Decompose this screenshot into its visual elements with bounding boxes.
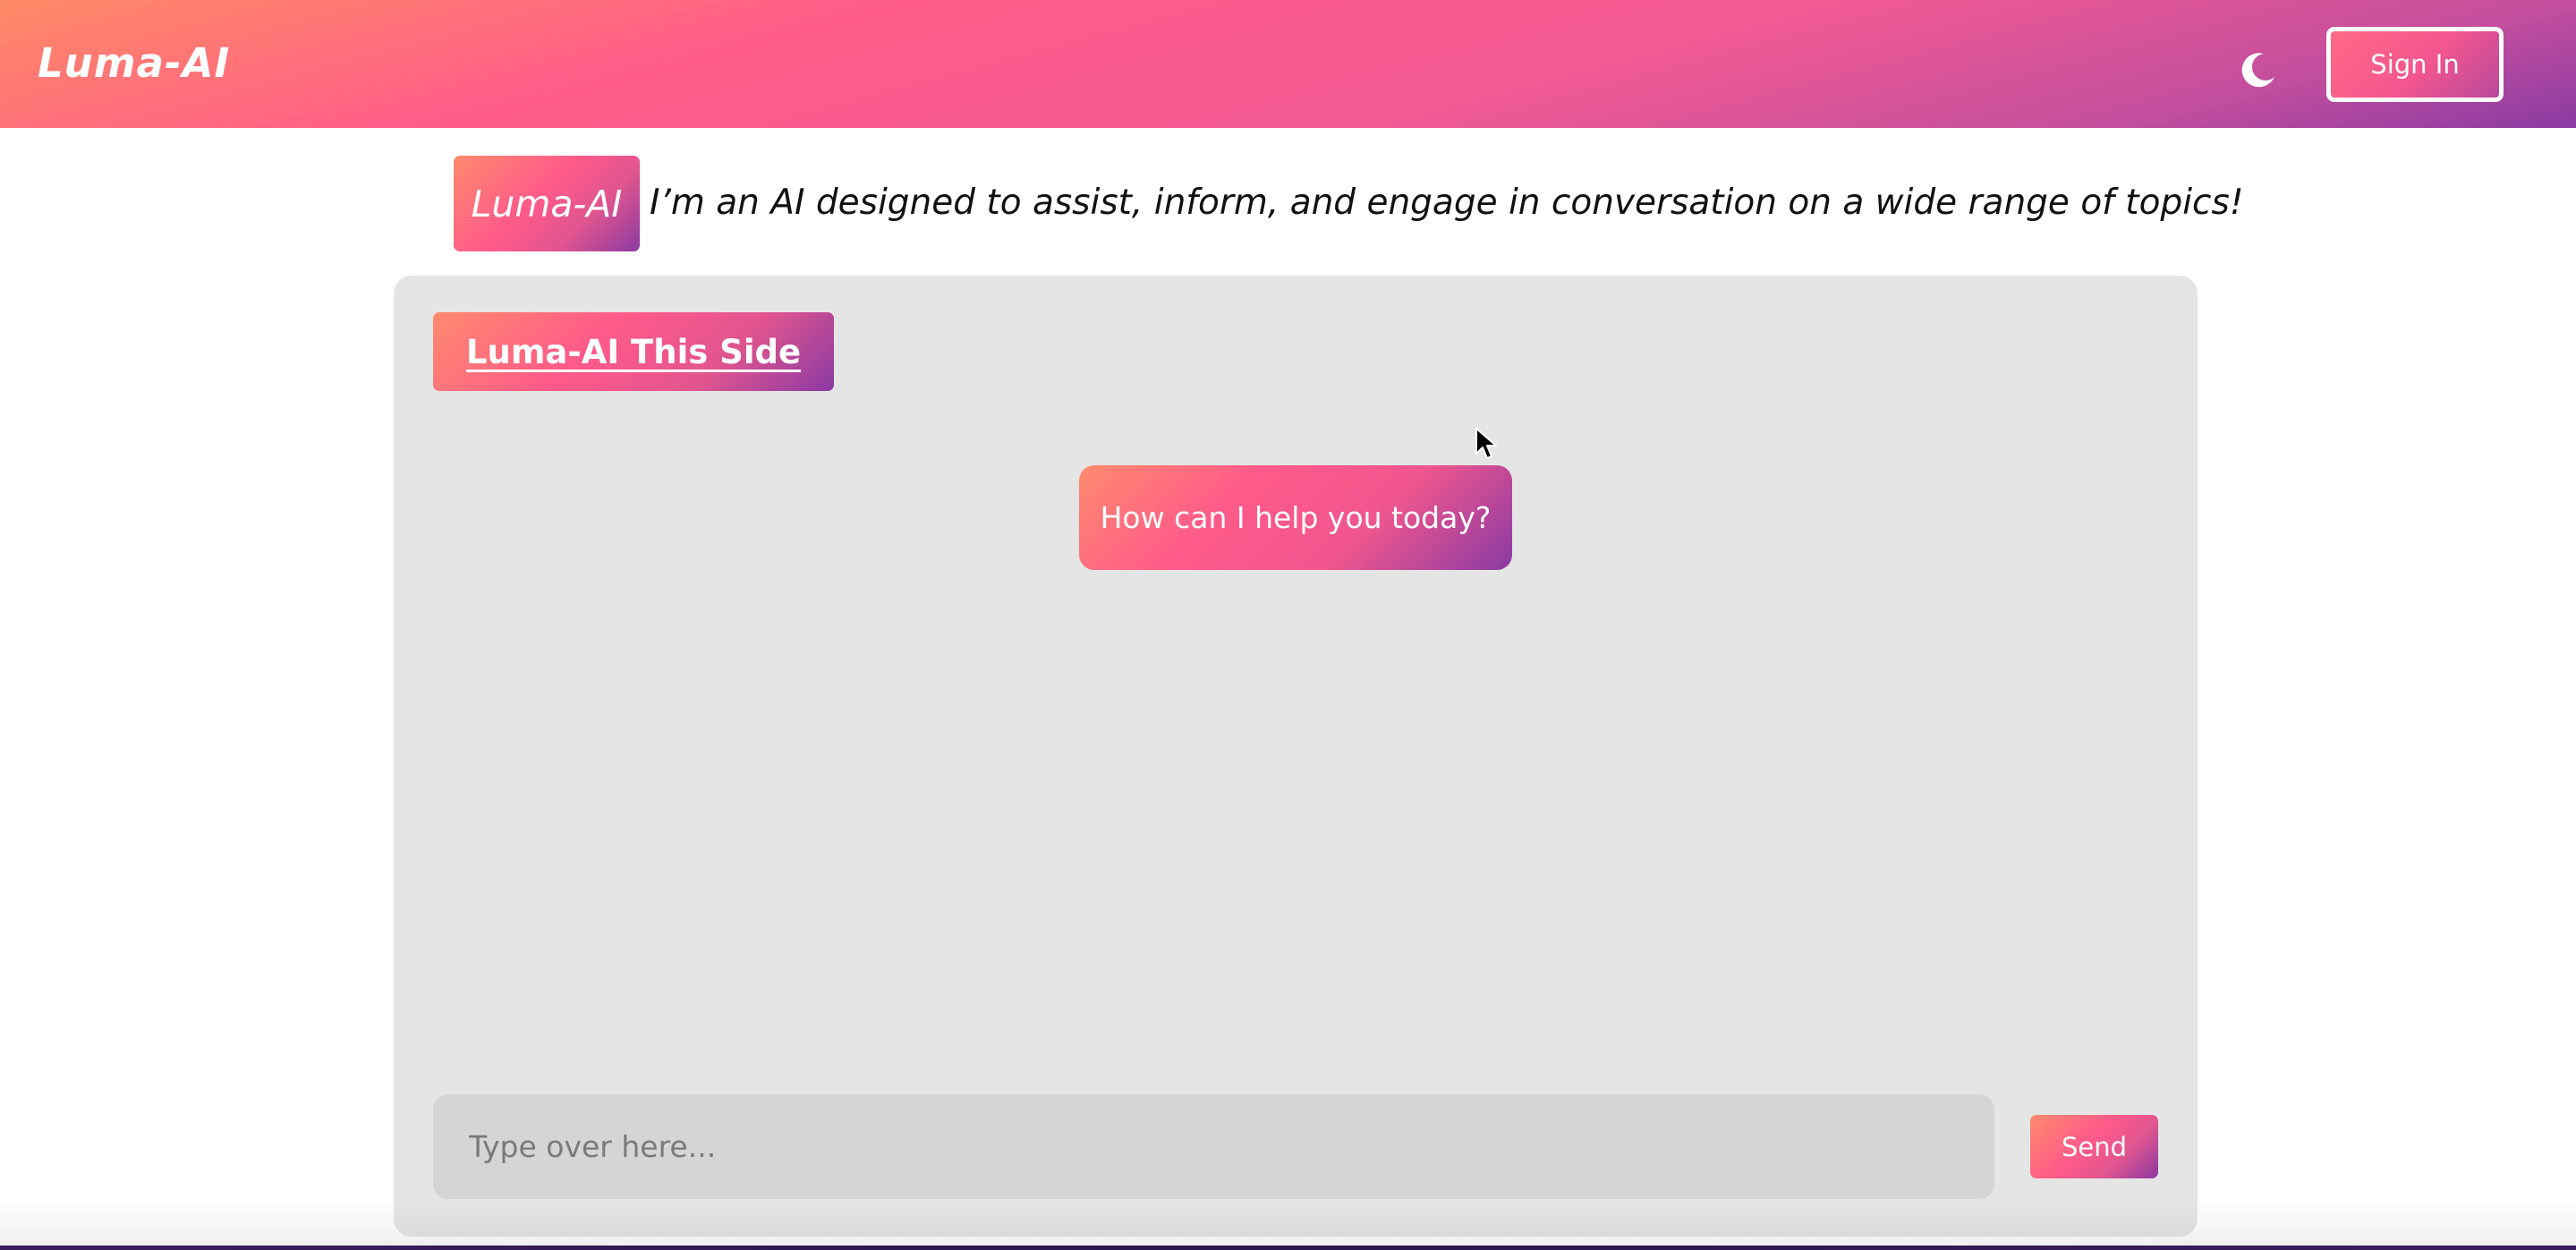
bot-message-bubble: How can I help you today? bbox=[1079, 465, 1512, 570]
bottom-edge bbox=[0, 1246, 2576, 1250]
intro-badge: Luma-AI bbox=[454, 156, 640, 251]
brand-logo[interactable]: Luma-AI bbox=[38, 43, 230, 83]
send-button[interactable]: Send bbox=[2030, 1115, 2158, 1178]
top-header: Luma-AI Sign In bbox=[0, 0, 2576, 128]
chat-panel bbox=[394, 276, 2198, 1237]
mouse-cursor-icon bbox=[1475, 428, 1497, 459]
page: Luma-AI Sign In Luma-AI I’m an AI design… bbox=[0, 0, 2576, 1250]
message-input[interactable] bbox=[433, 1094, 1994, 1199]
intro-description: I’m an AI designed to assist, inform, an… bbox=[650, 183, 2244, 223]
sign-in-button[interactable]: Sign In bbox=[2326, 27, 2504, 102]
chat-title-button[interactable]: Luma-AI This Side bbox=[433, 312, 834, 391]
moon-icon[interactable] bbox=[2239, 50, 2278, 89]
